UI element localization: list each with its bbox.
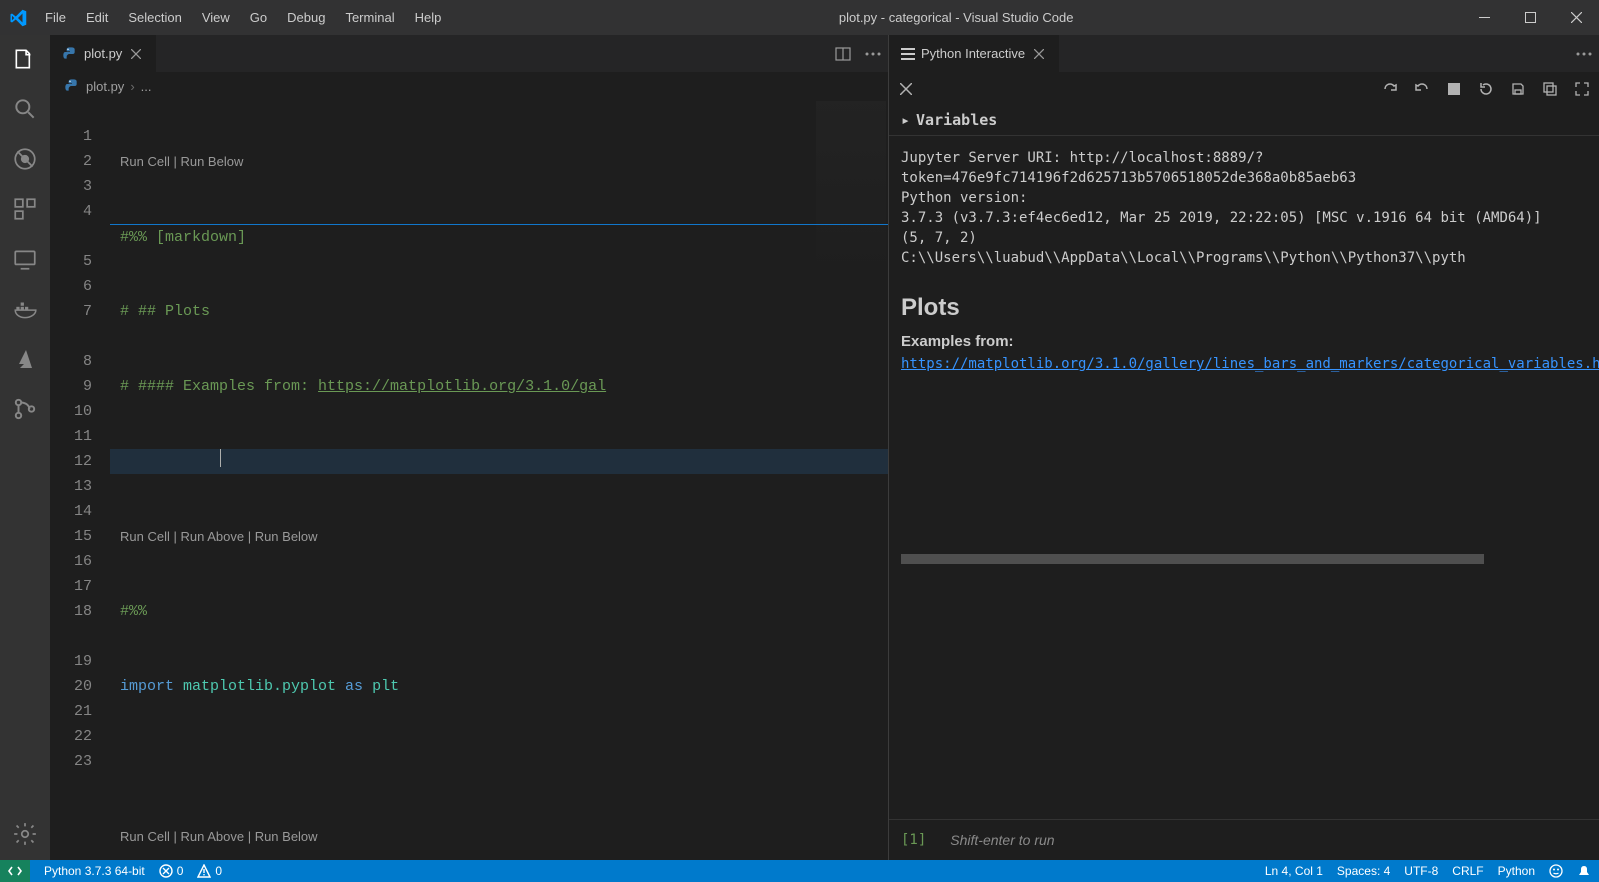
codelens-cell3: Run Cell | Run Above | Run Below [110,824,888,849]
minimize-button[interactable] [1461,0,1507,35]
vscode-logo [0,9,35,27]
cell-number: [1] [901,832,926,848]
horizontal-scrollbar[interactable] [901,554,1587,564]
tab-label: Python Interactive [921,46,1025,61]
menu-help[interactable]: Help [405,0,452,35]
menu-file[interactable]: File [35,0,76,35]
editor-right-interactive: Python Interactive ▸ Variables [889,35,1599,860]
interactive-toolbar [889,73,1599,105]
python-file-icon [62,46,78,62]
output-heading: Plots [901,298,1587,318]
close-tab-icon[interactable] [1031,46,1047,62]
save-icon[interactable] [1507,78,1529,100]
code-area[interactable]: Run Cell | Run Below #%% [markdown] # ##… [110,99,888,860]
explorer-icon[interactable] [11,45,39,73]
breadcrumb[interactable]: plot.py › ... [50,73,888,99]
tab-python-interactive[interactable]: Python Interactive [889,35,1060,72]
close-window-button[interactable] [1553,0,1599,35]
redo-icon[interactable] [1379,78,1401,100]
docker-icon[interactable] [11,295,39,323]
tab-label: plot.py [84,46,122,61]
interactive-output[interactable]: Jupyter Server URI: http://localhost:888… [889,136,1599,819]
expand-icon[interactable] [1571,78,1593,100]
interactive-input[interactable]: [1] Shift-enter to run [889,819,1599,860]
remote-explorer-icon[interactable] [11,245,39,273]
codelens-runcell[interactable]: Run Cell [120,829,170,844]
more-actions-icon[interactable] [1569,35,1599,72]
debug-disabled-icon[interactable] [11,145,39,173]
chevron-right-icon: › [130,79,134,94]
server-message: Jupyter Server URI: http://localhost:888… [901,148,1587,268]
list-icon [901,47,915,61]
codelens-cell2: Run Cell | Run Above | Run Below [110,524,888,549]
examples-label: Examples from: [901,332,1587,352]
indentation[interactable]: Spaces: 4 [1337,864,1390,878]
variables-section[interactable]: ▸ Variables [889,105,1599,136]
breadcrumb-more: ... [141,79,152,94]
interactive-tabs: Python Interactive [889,35,1599,73]
chevron-right-icon: ▸ [901,111,910,129]
menu-selection[interactable]: Selection [118,0,191,35]
codelens-runbelow[interactable]: Run Below [255,829,318,844]
language-mode[interactable]: Python [1498,864,1535,878]
menu-go[interactable]: Go [240,0,277,35]
menu-bar: File Edit Selection View Go Debug Termin… [35,0,451,35]
menu-terminal[interactable]: Terminal [335,0,404,35]
azure-icon[interactable] [11,345,39,373]
settings-gear-icon[interactable] [11,820,39,848]
codelens-runcell[interactable]: Run Cell [120,529,170,544]
cursor-line[interactable] [110,449,888,474]
eol[interactable]: CRLF [1452,864,1483,878]
encoding[interactable]: UTF-8 [1404,864,1438,878]
codelens-runcell[interactable]: Run Cell [120,154,170,169]
split-editor-icon[interactable] [828,35,858,72]
codelens-runabove[interactable]: Run Above [180,829,244,844]
python-file-icon [64,78,80,94]
source-control-icon[interactable] [11,395,39,423]
feedback-icon[interactable] [1549,864,1563,878]
maximize-button[interactable] [1507,0,1553,35]
notifications-icon[interactable] [1577,864,1591,878]
close-tab-icon[interactable] [128,46,144,62]
extensions-icon[interactable] [11,195,39,223]
editor-left: plot.py plot.py › ... 1 2 3 [50,35,889,860]
cancel-icon[interactable] [895,78,917,100]
variables-label: Variables [916,111,997,129]
status-bar: Python 3.7.3 64-bit 0 0 Ln 4, Col 1 Spac… [0,860,1599,882]
menu-debug[interactable]: Debug [277,0,335,35]
input-hint: Shift-enter to run [950,832,1054,848]
cursor-position[interactable]: Ln 4, Col 1 [1265,864,1323,878]
codelens-runbelow[interactable]: Run Below [255,529,318,544]
problems-errors[interactable]: 0 [159,864,184,878]
problems-warnings[interactable]: 0 [197,864,222,878]
export-icon[interactable] [1539,78,1561,100]
codelens-runabove[interactable]: Run Above [180,529,244,544]
menu-edit[interactable]: Edit [76,0,118,35]
search-icon[interactable] [11,95,39,123]
window-title: plot.py - categorical - Visual Studio Co… [451,10,1461,25]
menu-view[interactable]: View [192,0,240,35]
python-env[interactable]: Python 3.7.3 64-bit [44,864,145,878]
codelens-cell1: Run Cell | Run Below [110,149,888,174]
restart-icon[interactable] [1475,78,1497,100]
undo-icon[interactable] [1411,78,1433,100]
activity-bar [0,35,50,860]
remote-indicator[interactable] [0,860,30,882]
codelens-runbelow[interactable]: Run Below [180,154,243,169]
code-editor[interactable]: 1 2 3 4 5 6 7 8 9 10 11 12 13 14 15 [50,99,888,860]
examples-link[interactable]: https://matplotlib.org/3.1.0/gallery/lin… [901,356,1599,372]
title-bar: File Edit Selection View Go Debug Termin… [0,0,1599,35]
more-actions-icon[interactable] [858,35,888,72]
line-number-gutter: 1 2 3 4 5 6 7 8 9 10 11 12 13 14 15 [50,99,110,860]
breadcrumb-file: plot.py [86,79,124,94]
interrupt-icon[interactable] [1443,78,1465,100]
tab-plot-py[interactable]: plot.py [50,35,157,72]
editor-tabs: plot.py [50,35,888,73]
